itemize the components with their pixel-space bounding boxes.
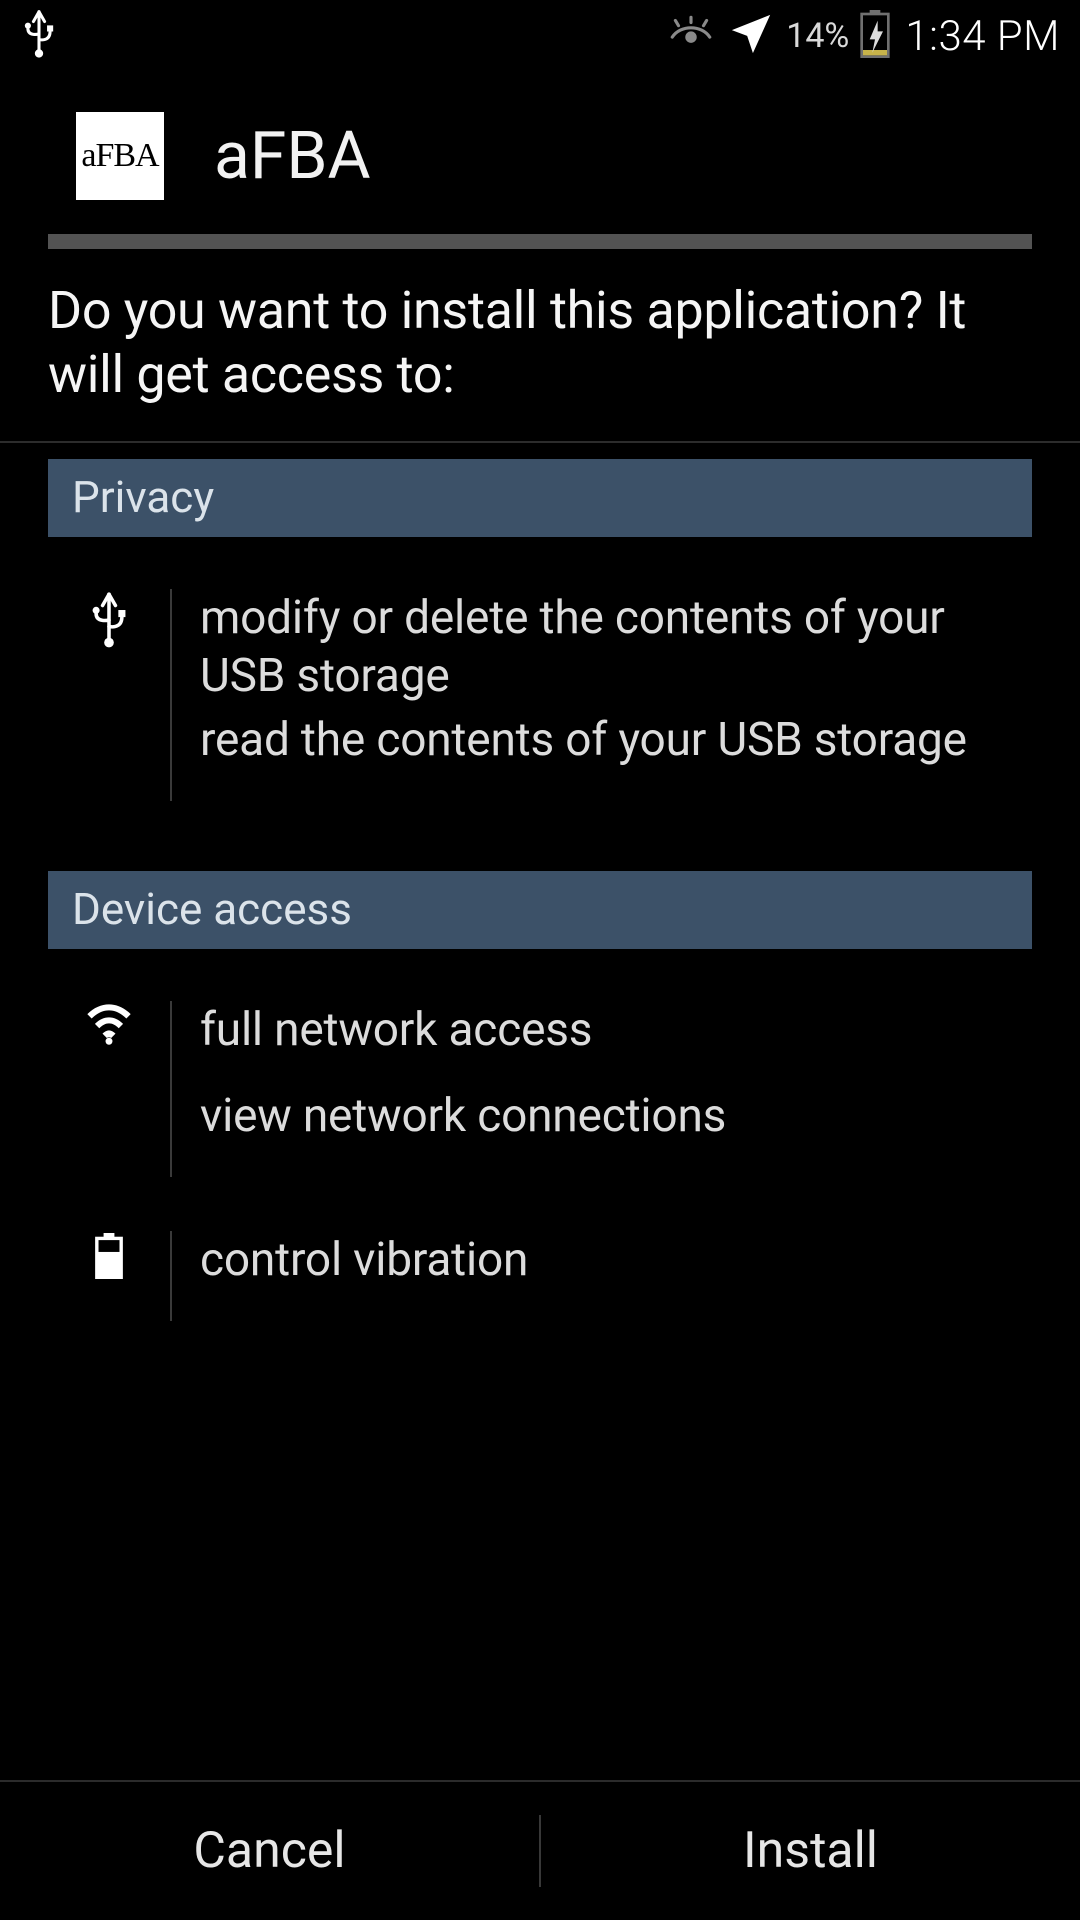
- airplane-icon: [728, 11, 774, 61]
- install-button[interactable]: Install: [541, 1784, 1080, 1918]
- permission-line: full network access: [200, 1001, 1022, 1059]
- permission-line: modify or delete the contents of your US…: [200, 589, 1022, 705]
- permission-group-vibration: control vibration: [48, 1189, 1032, 1333]
- section-header-device-access: Device access: [48, 871, 1032, 949]
- usb-icon: [20, 9, 58, 63]
- battery-percentage: 14%: [786, 16, 849, 56]
- thin-divider: [0, 441, 1080, 443]
- battery-icon: [91, 1233, 127, 1321]
- permission-line: view network connections: [200, 1087, 1022, 1145]
- section-header-privacy: Privacy: [48, 459, 1032, 537]
- battery-charging-icon: [857, 10, 893, 62]
- install-dialog: aFBA aFBA Do you want to install this ap…: [0, 72, 1080, 1333]
- status-left: [20, 9, 58, 63]
- eye-icon: [666, 14, 716, 58]
- wifi-icon: [83, 1003, 135, 1177]
- permissions-list: Privacy: [0, 459, 1080, 1333]
- status-right: 14% 1:34 PM: [666, 10, 1060, 62]
- permission-line: read the contents of your USB storage: [200, 711, 1022, 769]
- permission-group-storage: modify or delete the contents of your US…: [48, 537, 1032, 813]
- permission-line: control vibration: [200, 1231, 1022, 1289]
- usb-storage-icon: [86, 591, 132, 801]
- cancel-button[interactable]: Cancel: [0, 1784, 539, 1918]
- app-header: aFBA aFBA: [0, 72, 1080, 200]
- app-icon-text: aFBA: [81, 137, 158, 175]
- status-time: 1:34 PM: [905, 12, 1060, 61]
- install-prompt: Do you want to install this application?…: [0, 249, 1080, 441]
- footer-bar: Cancel Install: [0, 1782, 1080, 1920]
- status-bar: 14% 1:34 PM: [0, 0, 1080, 72]
- app-title: aFBA: [214, 118, 371, 195]
- header-divider: [48, 234, 1032, 249]
- app-icon: aFBA: [76, 112, 164, 200]
- permission-group-network: full network access view network connect…: [48, 949, 1032, 1189]
